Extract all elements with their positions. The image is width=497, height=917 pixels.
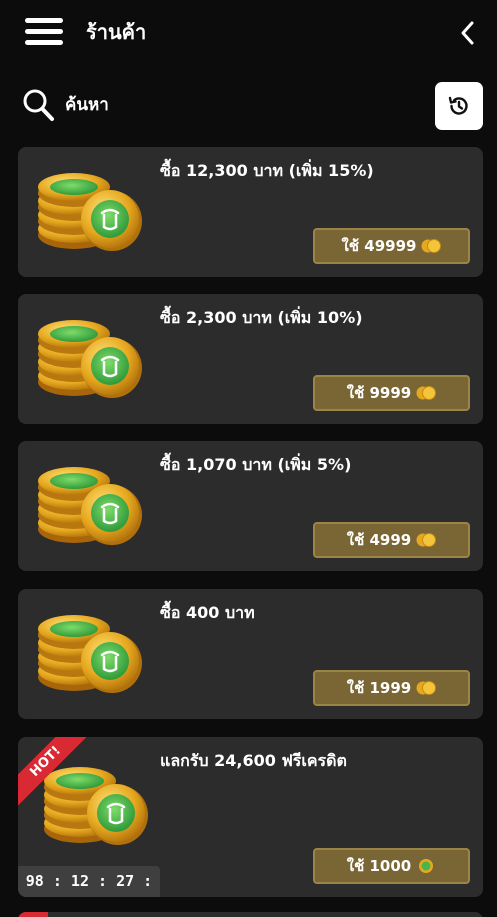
product-title: ซื้อ 400 บาท — [160, 603, 255, 622]
price-label: ใช้ 1000 — [346, 857, 412, 875]
buy-button[interactable]: ใช้ 4999 — [313, 522, 470, 558]
history-clock-icon — [448, 96, 468, 115]
hamburger-menu-icon[interactable] — [25, 18, 63, 46]
history-button[interactable] — [435, 82, 483, 130]
price-label: ใช้ 1999 — [346, 679, 412, 697]
price-label: ใช้ 9999 — [346, 384, 412, 402]
buy-button[interactable]: ใช้ 49999 — [313, 228, 470, 264]
gold-coins-icon — [36, 465, 144, 547]
product-title: ซื้อ 1,070 บาท (เพิ่ม 5%) — [160, 455, 352, 474]
price-label: ใช้ 4999 — [346, 531, 412, 549]
product-card-hot[interactable]: HOT! แลกรับ 24,600 ฟรีเครดิต ใช้ 1000 98… — [18, 737, 483, 897]
countdown-timer: 98 : 12 : 27 : 56 — [18, 866, 160, 897]
product-card[interactable]: ซื้อ 12,300 บาท (เพิ่ม 15%) ใช้ 49999 — [18, 147, 483, 277]
top-bar: ร้านค้า — [0, 0, 497, 66]
chevron-left-icon[interactable] — [456, 18, 480, 48]
gold-coins-icon — [36, 171, 144, 253]
green-coin-icon — [419, 859, 434, 873]
product-card-partial[interactable] — [18, 912, 483, 917]
product-title: ซื้อ 2,300 บาท (เพิ่ม 10%) — [160, 308, 363, 327]
hot-badge: HOT! — [18, 737, 88, 806]
price-label: ใช้ 49999 — [341, 237, 417, 255]
product-card[interactable]: ซื้อ 2,300 บาท (เพิ่ม 10%) ใช้ 9999 — [18, 294, 483, 424]
coin-icon — [421, 239, 442, 253]
search-icon[interactable] — [22, 88, 56, 124]
hot-ribbon — [18, 912, 48, 917]
search-label[interactable]: ค้นหา — [65, 93, 109, 117]
buy-button[interactable]: ใช้ 1000 — [313, 848, 470, 884]
product-card[interactable]: ซื้อ 400 บาท ใช้ 1999 — [18, 589, 483, 719]
product-title: ซื้อ 12,300 บาท (เพิ่ม 15%) — [160, 161, 374, 180]
coin-icon — [416, 681, 437, 695]
product-title: แลกรับ 24,600 ฟรีเครดิต — [160, 751, 347, 770]
search-row: ค้นหา — [0, 80, 497, 132]
buy-button[interactable]: ใช้ 9999 — [313, 375, 470, 411]
coin-icon — [416, 533, 437, 547]
page-title: ร้านค้า — [86, 20, 147, 44]
buy-button[interactable]: ใช้ 1999 — [313, 670, 470, 706]
hot-ribbon: HOT! — [18, 737, 88, 807]
product-card[interactable]: ซื้อ 1,070 บาท (เพิ่ม 5%) ใช้ 4999 — [18, 441, 483, 571]
coin-icon — [416, 386, 437, 400]
gold-coins-icon — [36, 318, 144, 400]
gold-coins-icon — [36, 613, 144, 695]
